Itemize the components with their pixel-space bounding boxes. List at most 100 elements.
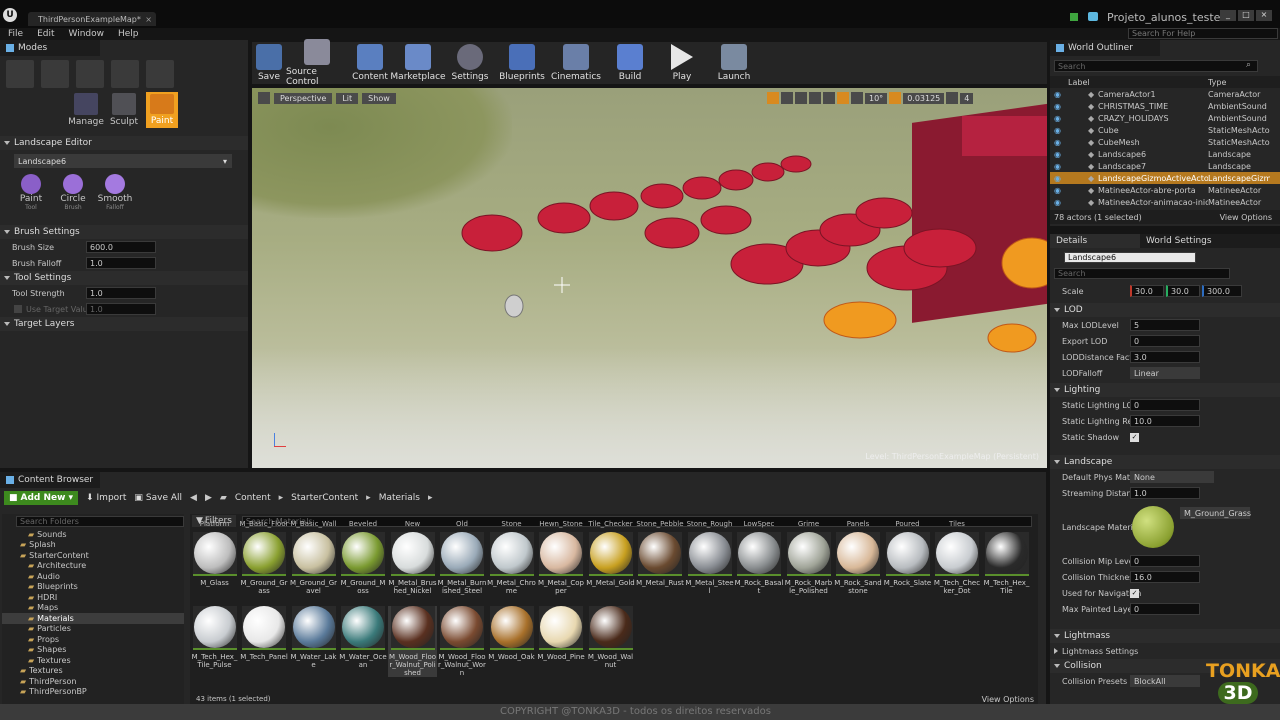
menu-window[interactable]: Window — [69, 29, 105, 39]
material-asset[interactable]: M_Rock_Basalt — [735, 532, 784, 595]
close-button[interactable]: × — [1256, 10, 1272, 21]
streaming-input[interactable]: 1.0 — [1130, 487, 1200, 499]
breadcrumb-starter[interactable]: StarterContent — [291, 493, 358, 503]
material-asset[interactable]: M_Metal_Copper — [537, 532, 586, 595]
material-asset[interactable]: M_Wood_Walnut — [586, 606, 635, 669]
outliner-col-type[interactable]: Type — [1208, 78, 1226, 87]
material-thumbnail[interactable] — [1132, 506, 1174, 548]
outliner-search-input[interactable]: Search — [1054, 60, 1258, 72]
brush-falloff-input[interactable]: 1.0 — [86, 257, 156, 269]
add-new-button[interactable]: ■ Add New ▾ — [4, 491, 78, 505]
material-asset[interactable]: M_Rock_Slate — [883, 532, 932, 587]
collision-presets-select[interactable]: BlockAll — [1130, 675, 1200, 687]
lod-falloff-select[interactable]: Linear — [1130, 367, 1200, 379]
visibility-eye-icon[interactable]: ◉ — [1054, 198, 1061, 207]
angle-snap-value[interactable]: 10° — [865, 92, 888, 104]
details-tab[interactable]: Details — [1050, 234, 1140, 248]
minimize-button[interactable]: _ — [1220, 10, 1236, 21]
foliage-mode-icon[interactable] — [111, 60, 139, 88]
chat-icon[interactable] — [1088, 12, 1098, 21]
outliner-row[interactable]: ◉ ◆ Landscape6 Landscape — [1050, 148, 1280, 160]
marketplace-button[interactable]: Marketplace — [390, 44, 446, 82]
paint-mode-icon[interactable] — [41, 60, 69, 88]
actor-name-input[interactable]: Landscape6 — [1064, 252, 1196, 263]
content-browser-tab[interactable]: Content Browser — [0, 472, 100, 488]
folder-item[interactable]: ▰ ThirdPersonBP — [2, 687, 184, 698]
place-mode-icon[interactable] — [6, 60, 34, 88]
material-asset[interactable]: M_Metal_Rust — [636, 532, 685, 587]
material-asset[interactable]: M_Wood_Oak — [487, 606, 536, 661]
smooth-falloff[interactable]: Smooth Falloff — [98, 174, 132, 211]
scale-snap-icon[interactable] — [889, 92, 902, 104]
landscape-select[interactable]: Landscape6 ▾ — [14, 154, 232, 168]
visibility-eye-icon[interactable]: ◉ — [1054, 162, 1061, 171]
collision-thickness-input[interactable]: 16.0 — [1130, 571, 1200, 583]
visibility-eye-icon[interactable]: ◉ — [1054, 90, 1061, 99]
material-asset[interactable]: M_Ground_Gravel — [289, 532, 338, 595]
outliner-row[interactable]: ◉ ◆ CameraActor1 CameraActor — [1050, 88, 1280, 100]
visibility-eye-icon[interactable]: ◉ — [1054, 150, 1061, 159]
visibility-eye-icon[interactable]: ◉ — [1054, 186, 1061, 195]
folder-item[interactable]: ▰ Maps — [2, 603, 184, 614]
outliner-row[interactable]: ◉ ◆ LandscapeGizmoActiveActor2 LandscapeGiz… — [1050, 172, 1280, 184]
brush-size-input[interactable]: 600.0 — [86, 241, 156, 253]
folder-item[interactable]: ▰ ThirdPerson — [2, 676, 184, 687]
rotate-icon[interactable] — [781, 92, 793, 104]
play-button[interactable]: Play — [656, 44, 708, 82]
settings-button[interactable]: Settings — [444, 44, 496, 82]
material-asset[interactable]: M_Ground_Moss — [339, 532, 388, 595]
content-button[interactable]: Content — [348, 44, 392, 82]
static-shadow-checkbox[interactable]: ✓ — [1130, 432, 1139, 442]
landscape-mode-icon[interactable] — [76, 60, 104, 88]
material-asset[interactable]: M_Tech_Hex_Tile_Pulse — [190, 606, 239, 669]
max-painted-input[interactable]: 0 — [1130, 603, 1200, 615]
material-asset[interactable]: M_Ground_Grass — [240, 532, 289, 595]
phys-material-select[interactable]: None — [1130, 471, 1214, 483]
visibility-eye-icon[interactable]: ◉ — [1054, 138, 1061, 147]
show-button[interactable]: Show — [362, 92, 396, 104]
viewport-menu-icon[interactable] — [258, 92, 270, 104]
visibility-eye-icon[interactable]: ◉ — [1054, 174, 1061, 183]
folder-item[interactable]: ▰ Particles — [2, 624, 184, 635]
blueprints-button[interactable]: Blueprints — [496, 44, 548, 82]
lit-button[interactable]: Lit — [336, 92, 359, 104]
lod-header[interactable]: LOD — [1050, 303, 1280, 317]
cinematics-button[interactable]: Cinematics — [548, 44, 604, 82]
outliner-row[interactable]: ◉ ◆ CHRISTMAS_TIME AmbientSound — [1050, 100, 1280, 112]
paint-tool[interactable]: Paint Tool — [18, 174, 44, 211]
level-tab[interactable]: ThirdPersonExampleMap* × — [28, 12, 156, 26]
static-res-input[interactable]: 10.0 — [1130, 415, 1200, 427]
lightmass-settings-row[interactable]: Lightmass Settings — [1050, 643, 1280, 659]
material-asset[interactable]: M_Tech_Panel — [240, 606, 289, 661]
target-value-input[interactable]: 1.0 — [86, 303, 156, 315]
material-asset[interactable]: M_Water_Ocean — [339, 606, 388, 669]
brush-settings-header[interactable]: Brush Settings — [0, 225, 248, 239]
folder-item[interactable]: ▰ Audio — [2, 571, 184, 582]
folder-item[interactable]: ▰ Splash — [2, 540, 184, 551]
folder-item[interactable]: ▰ Textures — [2, 655, 184, 666]
scale-snap-value[interactable]: 0.03125 — [903, 92, 945, 104]
material-asset[interactable]: M_Glass — [190, 532, 239, 587]
static-lod-input[interactable]: 0 — [1130, 399, 1200, 411]
material-asset[interactable]: M_Wood_Pine — [537, 606, 586, 661]
world-outliner-tab[interactable]: World Outliner — [1050, 40, 1160, 56]
material-asset[interactable]: M_Metal_Steel — [685, 532, 734, 595]
circle-brush[interactable]: Circle Brush — [60, 174, 86, 211]
folder-item[interactable]: ▰ StarterContent — [2, 550, 184, 561]
move-icon[interactable] — [767, 92, 779, 104]
tab-close-icon[interactable]: × — [145, 15, 152, 24]
target-layers-header[interactable]: Target Layers — [0, 317, 248, 331]
geometry-mode-icon[interactable] — [146, 60, 174, 88]
max-lod-input[interactable]: 5 — [1130, 319, 1200, 331]
material-asset[interactable]: M_Metal_Brushed_Nickel — [388, 532, 437, 595]
manage-tab[interactable]: Manage — [68, 93, 104, 127]
sculpt-tab[interactable]: Sculpt — [108, 93, 140, 127]
material-asset[interactable]: M_Tech_Checker_Dot — [933, 532, 982, 595]
outliner-row[interactable]: ◉ ◆ Landscape7 Landscape — [1050, 160, 1280, 172]
target-value-checkbox[interactable] — [14, 305, 22, 313]
landscape-editor-header[interactable]: Landscape Editor — [0, 136, 248, 150]
paint-tab[interactable]: Paint — [146, 92, 178, 128]
landscape-header[interactable]: Landscape — [1050, 455, 1280, 469]
outliner-row[interactable]: ◉ ◆ CubeMesh StaticMeshActo — [1050, 136, 1280, 148]
search-folders-input[interactable]: Search Folders — [16, 516, 184, 527]
